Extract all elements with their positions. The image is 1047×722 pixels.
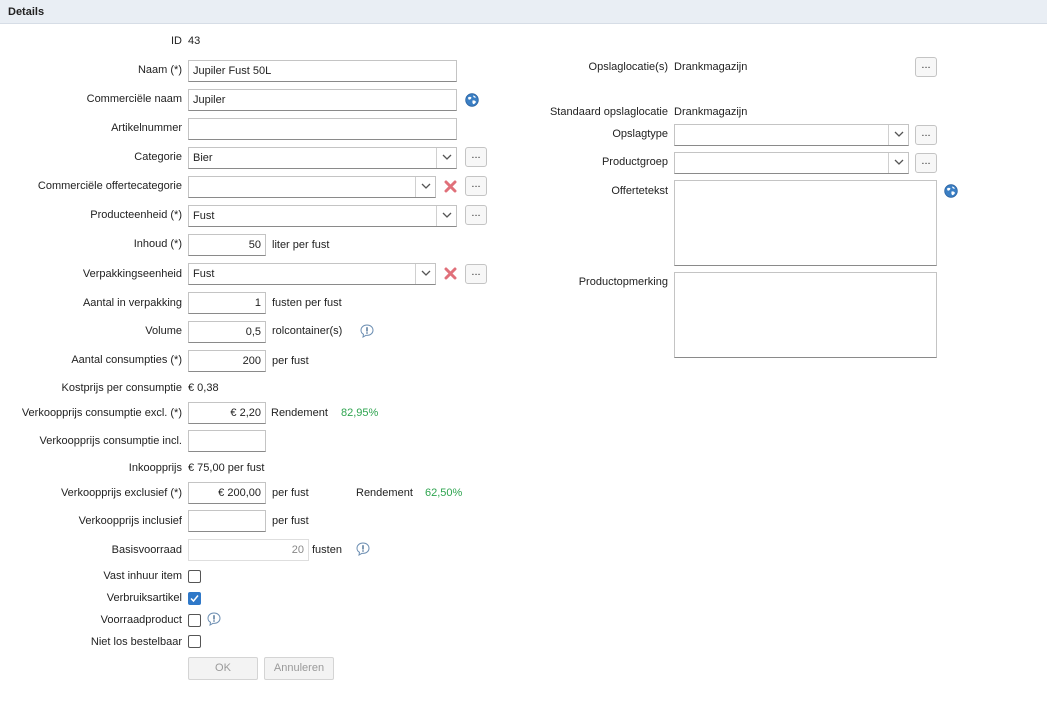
niet-los-label: Niet los bestelbaar xyxy=(90,636,182,648)
productopmerking-textarea[interactable] xyxy=(674,272,937,358)
offertetekst-textarea[interactable] xyxy=(674,180,937,266)
standaard-opslaglocatie-label: Standaard opslaglocatie xyxy=(549,106,668,118)
rendement-label-2: Rendement xyxy=(356,487,413,499)
volume-unit: rolcontainer(s) xyxy=(272,325,343,337)
kostprijs-label: Kostprijs per consumptie xyxy=(61,382,182,394)
check-icon xyxy=(190,595,199,603)
commerciele-naam-label: Commerciële naam xyxy=(86,93,182,105)
chevron-down-icon[interactable] xyxy=(888,153,908,173)
vk-consumptie-incl-input[interactable] xyxy=(188,430,266,452)
voorraadproduct-label: Voorraadproduct xyxy=(100,614,182,626)
aantal-verpakking-unit: fusten per fust xyxy=(272,297,342,309)
verbruiksartikel-label: Verbruiksartikel xyxy=(106,592,182,604)
vk-inclusief-unit: per fust xyxy=(272,515,309,527)
voorraadproduct-checkbox[interactable] xyxy=(188,614,201,627)
aantal-verpakking-label: Aantal in verpakking xyxy=(82,297,182,309)
niet-los-checkbox[interactable] xyxy=(188,635,201,648)
basisvoorraad-label: Basisvoorraad xyxy=(111,544,182,556)
ok-button[interactable]: OK xyxy=(188,657,258,680)
volume-label: Volume xyxy=(145,325,182,337)
producteenheid-more-button[interactable]: ... xyxy=(465,205,487,225)
vk-consumptie-excl-label: Verkoopprijs consumptie excl. (*) xyxy=(21,407,182,419)
producteenheid-select[interactable]: Fust xyxy=(188,205,457,227)
productopmerking-label: Productopmerking xyxy=(578,276,668,288)
opslagtype-more-button[interactable]: ... xyxy=(915,125,937,145)
vk-inclusief-input[interactable] xyxy=(188,510,266,532)
vk-consumptie-excl-input[interactable]: € 2,20 xyxy=(188,402,266,424)
basisvoorraad-input: 20 xyxy=(188,539,309,561)
opslaglocaties-label: Opslaglocatie(s) xyxy=(588,61,668,73)
info-icon[interactable] xyxy=(360,324,374,338)
opslagtype-label: Opslagtype xyxy=(612,128,668,140)
id-label: ID xyxy=(171,35,182,47)
aantal-consumpties-unit: per fust xyxy=(272,355,309,367)
vk-consumptie-incl-label: Verkoopprijs consumptie incl. xyxy=(39,435,182,447)
basisvoorraad-unit: fusten xyxy=(312,544,342,556)
opslaglocaties-more-button[interactable]: ... xyxy=(915,57,937,77)
rendement-value-consumptie: 82,95% xyxy=(341,407,379,419)
inhoud-input[interactable]: 50 xyxy=(188,234,266,256)
inhoud-label: Inhoud (*) xyxy=(133,238,182,250)
inkoopprijs-label: Inkoopprijs xyxy=(128,462,182,474)
inkoopprijs-value: € 75,00 per fust xyxy=(188,462,265,474)
rendement-label-1: Rendement xyxy=(271,407,328,419)
id-value: 43 xyxy=(188,35,201,47)
annuleren-button[interactable]: Annuleren xyxy=(264,657,334,680)
info-icon[interactable] xyxy=(207,612,221,626)
opslaglocaties-value: Drankmagazijn xyxy=(674,61,748,73)
vk-inclusief-label: Verkoopprijs inclusief xyxy=(78,515,182,527)
info-icon[interactable] xyxy=(356,542,370,556)
vk-exclusief-unit: per fust xyxy=(272,487,309,499)
offertetekst-label: Offertetekst xyxy=(611,185,668,197)
vk-exclusief-input[interactable]: € 200,00 xyxy=(188,482,266,504)
kostprijs-value: € 0,38 xyxy=(188,382,219,394)
producteenheid-label: Producteenheid (*) xyxy=(90,209,182,221)
vast-inhuur-label: Vast inhuur item xyxy=(103,570,182,582)
details-header: Details xyxy=(0,0,1047,24)
aantal-consumpties-label: Aantal consumpties (*) xyxy=(71,354,182,366)
globe-icon[interactable] xyxy=(944,184,958,198)
vast-inhuur-checkbox[interactable] xyxy=(188,570,201,583)
rendement-value-fust: 62,50% xyxy=(425,487,463,499)
vk-exclusief-label: Verkoopprijs exclusief (*) xyxy=(60,487,182,499)
standaard-opslaglocatie-value: Drankmagazijn xyxy=(674,106,748,118)
aantal-consumpties-input[interactable]: 200 xyxy=(188,350,266,372)
producteenheid-value: Fust xyxy=(193,210,215,222)
chevron-down-icon[interactable] xyxy=(888,125,908,145)
productgroep-more-button[interactable]: ... xyxy=(915,153,937,173)
details-title: Details xyxy=(8,6,45,18)
chevron-down-icon[interactable] xyxy=(436,206,456,226)
productgroep-label: Productgroep xyxy=(601,156,668,168)
verbruiksartikel-checkbox[interactable] xyxy=(188,592,201,605)
productgroep-select[interactable] xyxy=(674,152,909,174)
aantal-verpakking-input[interactable]: 1 xyxy=(188,292,266,314)
opslagtype-select[interactable] xyxy=(674,124,909,146)
inhoud-unit: liter per fust xyxy=(272,239,330,251)
volume-input[interactable]: 0,5 xyxy=(188,321,266,343)
